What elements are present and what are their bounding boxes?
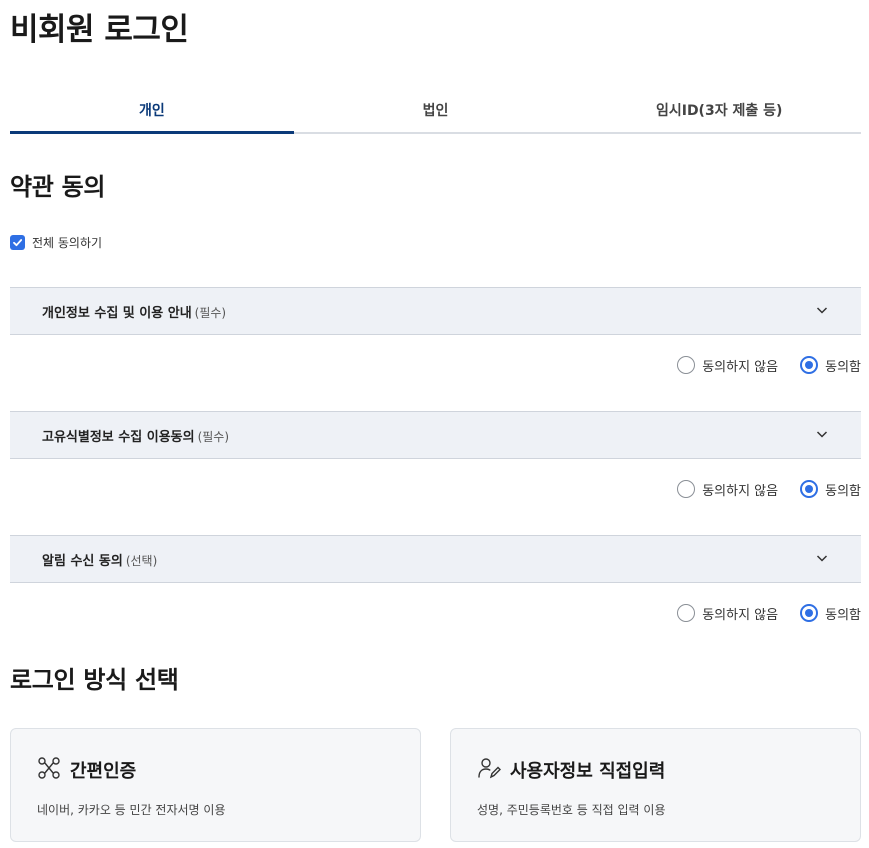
tab-individual[interactable]: 개인 (10, 88, 294, 134)
user-type-tabs: 개인 법인 임시ID(3자 제출 등) (10, 88, 861, 134)
term-title-text: 고유식별정보 수집 이용동의 (42, 429, 195, 445)
disagree-label: 동의하지 않음 (702, 483, 779, 499)
term-title: 고유식별정보 수집 이용동의 (필수) (42, 426, 229, 445)
radio-checked-icon[interactable] (800, 604, 819, 622)
page-title: 비회원 로그인 (10, 12, 189, 48)
radio-checked-icon[interactable] (800, 480, 819, 498)
agree-label: 동의함 (825, 359, 861, 375)
radio-unchecked-icon[interactable] (677, 356, 696, 374)
term-title-text: 알림 수신 동의 (42, 553, 123, 569)
agree-all-label: 전체 동의하기 (32, 236, 103, 250)
term-notification: 알림 수신 동의 (선택) 동의하지 않음 동의함 (10, 535, 861, 643)
card-title: 사용자정보 직접입력 (510, 761, 666, 782)
login-method-section-title: 로그인 방식 선택 (10, 666, 179, 694)
user-edit-icon (477, 756, 501, 784)
simple-auth-icon (37, 756, 61, 784)
agree-radio[interactable]: 동의함 (800, 604, 861, 623)
disagree-radio[interactable]: 동의하지 않음 (677, 480, 778, 499)
agree-label: 동의함 (825, 607, 861, 623)
radio-unchecked-icon[interactable] (677, 480, 696, 498)
term-privacy-header[interactable]: 개인정보 수집 및 이용 안내 (필수) (10, 287, 861, 335)
card-description: 성명, 주민등록번호 등 직접 입력 이용 (477, 803, 666, 817)
term-title: 개인정보 수집 및 이용 안내 (필수) (42, 302, 226, 321)
term-title: 알림 수신 동의 (선택) (42, 550, 157, 569)
term-title-text: 개인정보 수집 및 이용 안내 (42, 305, 192, 321)
term-required-tag: (필수) (194, 305, 227, 320)
simple-auth-card[interactable]: 간편인증 네이버, 카카오 등 민간 전자서명 이용 (10, 728, 421, 842)
term-privacy: 개인정보 수집 및 이용 안내 (필수) 동의하지 않음 동의함 (10, 287, 861, 395)
radio-unchecked-icon[interactable] (677, 604, 696, 622)
term-unique-id-header[interactable]: 고유식별정보 수집 이용동의 (필수) (10, 411, 861, 459)
disagree-radio[interactable]: 동의하지 않음 (677, 604, 778, 623)
disagree-label: 동의하지 않음 (702, 607, 779, 623)
chevron-down-icon[interactable] (815, 550, 829, 569)
disagree-radio[interactable]: 동의하지 않음 (677, 356, 778, 375)
term-unique-id-options: 동의하지 않음 동의함 (10, 459, 861, 519)
terms-section-title: 약관 동의 (10, 173, 106, 201)
card-head: 사용자정보 직접입력 (477, 756, 665, 784)
term-privacy-options: 동의하지 않음 동의함 (10, 335, 861, 395)
term-optional-tag: (선택) (125, 553, 158, 568)
radio-checked-icon[interactable] (800, 356, 819, 374)
checkbox-checked-icon[interactable] (10, 235, 25, 250)
chevron-down-icon[interactable] (815, 426, 829, 445)
term-required-tag: (필수) (197, 429, 230, 444)
tab-corporation[interactable]: 법인 (294, 88, 578, 132)
agree-all-checkbox[interactable]: 전체 동의하기 (10, 234, 102, 251)
agree-radio[interactable]: 동의함 (800, 356, 861, 375)
term-notification-options: 동의하지 않음 동의함 (10, 583, 861, 643)
tab-temporary-id[interactable]: 임시ID(3자 제출 등) (577, 88, 861, 132)
disagree-label: 동의하지 않음 (702, 359, 779, 375)
chevron-down-icon[interactable] (815, 302, 829, 321)
agree-radio[interactable]: 동의함 (800, 480, 861, 499)
agree-label: 동의함 (825, 483, 861, 499)
term-unique-id: 고유식별정보 수집 이용동의 (필수) 동의하지 않음 동의함 (10, 411, 861, 519)
direct-input-card[interactable]: 사용자정보 직접입력 성명, 주민등록번호 등 직접 입력 이용 (450, 728, 861, 842)
card-description: 네이버, 카카오 등 민간 전자서명 이용 (37, 803, 226, 817)
card-head: 간편인증 (37, 756, 136, 784)
term-notification-header[interactable]: 알림 수신 동의 (선택) (10, 535, 861, 583)
card-title: 간편인증 (70, 761, 137, 782)
